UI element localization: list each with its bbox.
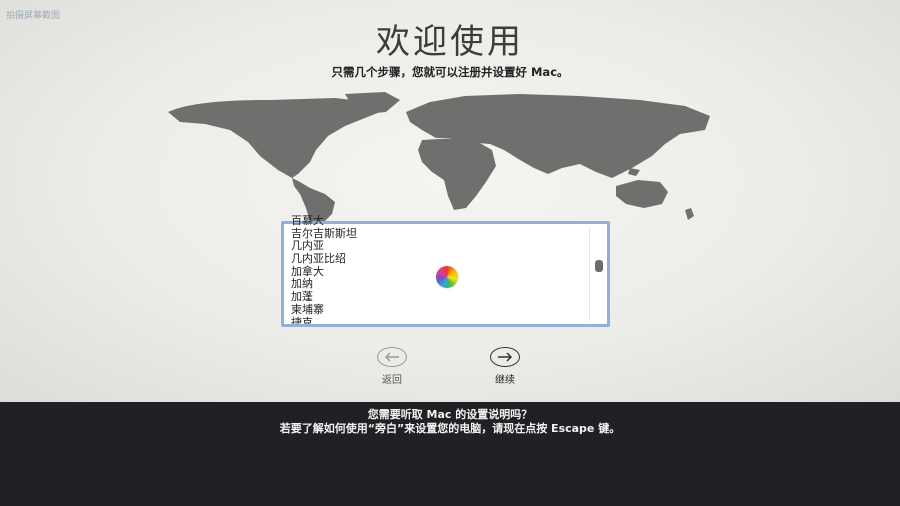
voiceover-line-2: 若要了解如何使用“旁白”来设置您的电脑，请现在点按 Escape 键。 (279, 422, 621, 435)
voiceover-line-1: 您需要听取 Mac 的设置说明吗？ (367, 408, 533, 421)
page-title: 欢迎使用 (376, 22, 524, 62)
arrow-right-icon (490, 347, 520, 367)
country-list-item[interactable]: 几内亚比绍 (291, 252, 583, 266)
voiceover-prompt: 您需要听取 Mac 的设置说明吗？ 若要了解如何使用“旁白”来设置您的电脑，请现… (0, 408, 900, 436)
spinning-wheel-icon (436, 266, 458, 288)
arrow-left-icon (377, 347, 407, 367)
setup-screen: 拍摄屏幕截图 欢迎使用 只需几个步骤，您就可以注册并设置好 Mac。 百慕大 吉… (0, 0, 900, 402)
back-button[interactable]: 返回 (352, 347, 432, 386)
continue-button[interactable]: 继续 (465, 347, 545, 386)
country-list-item[interactable]: 百慕大 (291, 215, 583, 228)
list-scroll-thumb[interactable] (595, 260, 603, 272)
continue-label: 继续 (495, 375, 515, 386)
list-scrollbar[interactable] (589, 227, 604, 321)
country-list-item[interactable]: 吉尔吉斯斯坦 (291, 227, 583, 241)
country-list-item[interactable]: 捷克 (291, 316, 583, 324)
country-list-item[interactable]: 加蓬 (291, 290, 583, 304)
back-label: 返回 (382, 375, 402, 386)
country-list-item[interactable]: 柬埔寨 (291, 303, 583, 317)
page-subtitle: 只需几个步骤，您就可以注册并设置好 Mac。 (331, 65, 569, 79)
world-map-image (168, 92, 710, 230)
